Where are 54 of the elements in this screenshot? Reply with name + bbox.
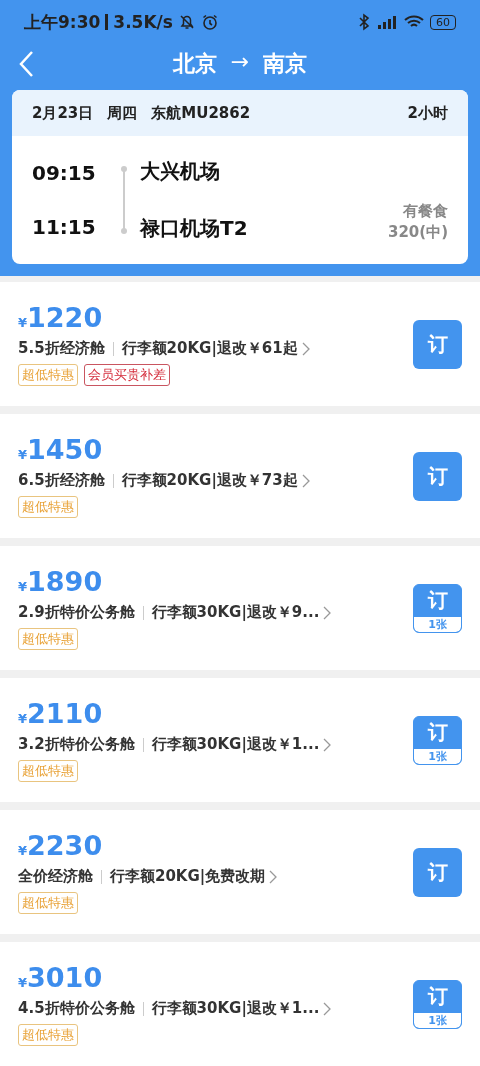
flight-number: 东航MU2862 (151, 103, 251, 123)
chevron-right-icon (323, 605, 332, 620)
baggage-rules[interactable]: 行李额30KG|退改￥1... (151, 735, 320, 754)
fare-price: ¥2110 (18, 698, 103, 729)
alarm-icon (200, 13, 219, 31)
aircraft-type: 320(中) (387, 223, 448, 242)
departure-airport: 大兴机场 (140, 158, 221, 185)
chevron-right-icon (301, 341, 310, 356)
departure-time: 09:15 (32, 161, 97, 185)
baggage-rules[interactable]: 行李额20KG|免费改期 (110, 867, 266, 886)
cabin-class: 5.5折经济舱 (18, 339, 105, 358)
bluetooth-icon (357, 13, 371, 31)
baggage-rules[interactable]: 行李额30KG|退改￥9... (151, 603, 320, 622)
cabin-class: 3.2折特价公务舱 (18, 735, 135, 754)
bell-off-icon (177, 13, 196, 31)
chevron-right-icon (323, 737, 332, 752)
offer-tag: 超低特惠 (18, 760, 78, 782)
flight-date: 2月23日 (32, 103, 94, 123)
cabin-class: 全价经济舱 (18, 867, 93, 886)
fare-price: ¥1890 (18, 566, 103, 597)
arrival-city: 南京 (263, 50, 308, 78)
offer-tag: 超低特惠 (18, 496, 78, 518)
offer-tag: 超低特惠 (18, 364, 78, 386)
offer-tag: 超低特惠 (18, 892, 78, 914)
cabin-class: 6.5折经济舱 (18, 471, 105, 490)
arrival-time: 11:15 (32, 215, 97, 239)
offer-tag: 超低特惠 (18, 628, 78, 650)
flight-duration: 2小时 (407, 103, 448, 123)
battery-level: 60 (430, 14, 456, 30)
flight-weekday: 周四 (107, 103, 138, 123)
status-time: 上午9:30 (24, 10, 101, 34)
chevron-right-icon (323, 1001, 332, 1016)
network-speed: 3.5K/s (113, 12, 173, 32)
offer-tag: 会员买贵补差 (84, 364, 170, 386)
timeline-line (120, 165, 128, 235)
baggage-rules[interactable]: 行李额30KG|退改￥1... (151, 999, 320, 1018)
fare-price: ¥3010 (18, 962, 103, 993)
cabin-class: 4.5折特价公务舱 (18, 999, 135, 1018)
offer-tag: 超低特惠 (18, 1024, 78, 1046)
fare-price: ¥1450 (18, 434, 103, 465)
route-arrow: → (230, 49, 250, 76)
baggage-rules[interactable]: 行李额20KG|退改￥73起 (121, 471, 298, 490)
arrival-airport: 禄口机场T2 (140, 215, 249, 242)
chevron-right-icon (301, 473, 310, 488)
back-button[interactable] (18, 50, 34, 78)
chevron-right-icon (269, 869, 278, 884)
baggage-rules[interactable]: 行李额20KG|退改￥61起 (121, 339, 298, 358)
fare-price: ¥1220 (18, 302, 103, 333)
meal-info: 有餐食 (403, 202, 448, 221)
departure-city: 北京 (172, 50, 217, 78)
cabin-class: 2.9折特价公务舱 (18, 603, 135, 622)
wifi-icon (403, 14, 425, 30)
signal-icon (376, 14, 398, 30)
fare-price: ¥2230 (18, 830, 103, 861)
